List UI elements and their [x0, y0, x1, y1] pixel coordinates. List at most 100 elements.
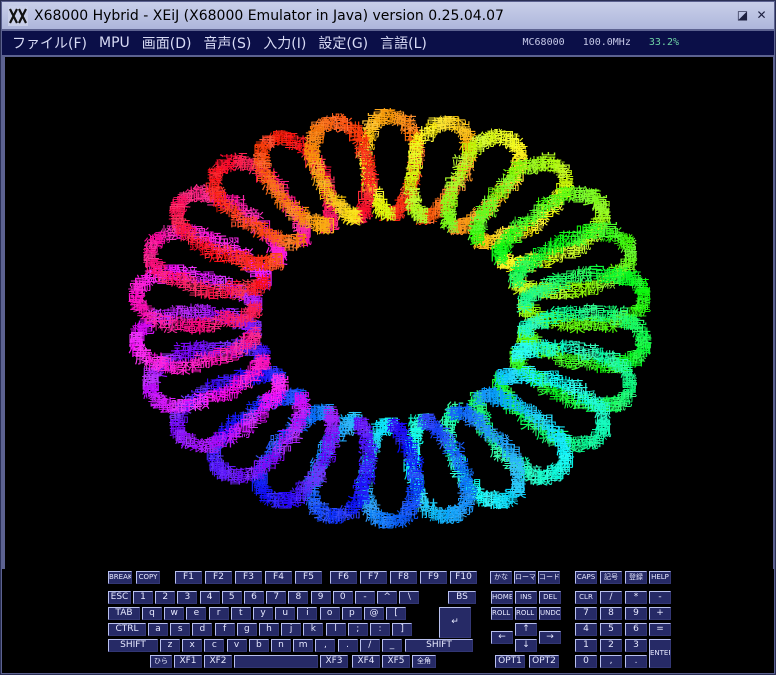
key-f10[interactable]: F10: [450, 571, 477, 584]
key-0[interactable]: 0: [575, 655, 597, 668]
key-bs[interactable]: BS: [448, 591, 476, 604]
key-5[interactable]: 5: [221, 591, 242, 604]
key-home[interactable]: HOME: [491, 591, 513, 604]
key-k[interactable]: k: [303, 623, 324, 636]
key-7[interactable]: 7: [266, 591, 287, 604]
menu-sound[interactable]: 音声(S): [203, 33, 251, 53]
key-c[interactable]: c: [204, 639, 225, 652]
key-r[interactable]: r: [208, 607, 229, 620]
key-f7[interactable]: F7: [360, 571, 387, 584]
key-symbol[interactable]: かな: [490, 571, 512, 584]
key-xf1[interactable]: XF1: [174, 655, 202, 668]
key-symbol[interactable]: ↑: [515, 623, 537, 636]
menu-settings[interactable]: 設定(G): [318, 33, 368, 53]
key-q[interactable]: q: [142, 607, 162, 620]
key-l[interactable]: l: [325, 623, 346, 636]
key-symbol[interactable]: ↵: [439, 607, 471, 638]
key-6[interactable]: 6: [625, 623, 647, 636]
key-copy[interactable]: COPY: [136, 571, 160, 584]
key-h[interactable]: h: [259, 623, 279, 636]
menu-input[interactable]: 入力(I): [263, 33, 306, 53]
key-ins[interactable]: INS: [515, 591, 537, 604]
key-symbol[interactable]: →: [539, 631, 561, 644]
key-symbol[interactable]: *: [625, 591, 647, 604]
key-2[interactable]: 2: [600, 639, 622, 652]
key-shift[interactable]: SHIFT: [405, 639, 473, 652]
key-symbol[interactable]: ↓: [515, 639, 537, 652]
close-button[interactable]: ✕: [754, 8, 769, 23]
key-symbol[interactable]: ←: [491, 631, 513, 644]
key-symbol[interactable]: @: [364, 607, 384, 620]
key-xf2[interactable]: XF2: [204, 655, 232, 668]
key-symbol[interactable]: /: [359, 639, 380, 652]
key-symbol[interactable]: [: [386, 607, 407, 620]
key-9[interactable]: 9: [625, 607, 647, 620]
title-bar[interactable]: X68000 Hybrid - XEiJ (X68000 Emulator in…: [2, 2, 774, 29]
key-u[interactable]: u: [275, 607, 296, 620]
key-t[interactable]: t: [230, 607, 251, 620]
key-f8[interactable]: F8: [390, 571, 417, 584]
key-s[interactable]: s: [170, 623, 191, 636]
key-v[interactable]: v: [226, 639, 247, 652]
key-enter[interactable]: ENTER: [649, 639, 671, 668]
key-5[interactable]: 5: [600, 623, 622, 636]
key-roll-down[interactable]: ROLL DOWN: [515, 607, 537, 620]
key-3[interactable]: 3: [625, 639, 647, 652]
key-symbol[interactable]: ;: [347, 623, 368, 636]
key-f3[interactable]: F3: [235, 571, 262, 584]
key-e[interactable]: e: [186, 607, 207, 620]
key-o[interactable]: o: [319, 607, 340, 620]
key-symbol[interactable]: .: [625, 655, 647, 668]
key-symbol[interactable]: =: [649, 623, 671, 636]
key-opt2[interactable]: OPT2: [529, 655, 559, 668]
key-a[interactable]: a: [148, 623, 168, 636]
key-p[interactable]: p: [341, 607, 362, 620]
key-symbol[interactable]: ローマ: [514, 571, 536, 584]
key-caps[interactable]: CAPS: [575, 571, 597, 584]
key-y[interactable]: y: [253, 607, 273, 620]
key-symbol[interactable]: .: [337, 639, 358, 652]
key-f[interactable]: f: [214, 623, 235, 636]
key-1[interactable]: 1: [133, 591, 153, 604]
key-esc[interactable]: ESC: [108, 591, 131, 604]
key-xf5[interactable]: XF5: [382, 655, 410, 668]
key-symbol[interactable]: ,: [600, 655, 622, 668]
key-z[interactable]: z: [160, 639, 180, 652]
key-f6[interactable]: F6: [330, 571, 357, 584]
key-n[interactable]: n: [271, 639, 291, 652]
key-j[interactable]: j: [281, 623, 302, 636]
menu-display[interactable]: 画面(D): [142, 33, 192, 53]
menu-mpu[interactable]: MPU: [99, 35, 130, 51]
maximize-button[interactable]: ◪: [735, 8, 750, 23]
key-8[interactable]: 8: [600, 607, 622, 620]
key-f1[interactable]: F1: [175, 571, 202, 584]
key-tab[interactable]: TAB: [108, 607, 140, 620]
key-symbol[interactable]: /: [600, 591, 622, 604]
key-w[interactable]: w: [164, 607, 185, 620]
key-2[interactable]: 2: [155, 591, 176, 604]
key-roll-up[interactable]: ROLL UP: [491, 607, 513, 620]
key-symbol[interactable]: -: [355, 591, 375, 604]
key-xf3[interactable]: XF3: [320, 655, 348, 668]
key-symbol[interactable]: 記号: [600, 571, 622, 584]
key-undo[interactable]: UNDO: [539, 607, 561, 620]
key-f9[interactable]: F9: [420, 571, 447, 584]
key-opt1[interactable]: OPT1: [495, 655, 525, 668]
key-symbol[interactable]: :: [370, 623, 390, 636]
key-0[interactable]: 0: [332, 591, 353, 604]
key-f2[interactable]: F2: [205, 571, 232, 584]
key-symbol[interactable]: ひら: [150, 655, 172, 668]
key-1[interactable]: 1: [575, 639, 597, 652]
key-shift[interactable]: SHIFT: [108, 639, 158, 652]
key-6[interactable]: 6: [244, 591, 264, 604]
emulator-screen[interactable]: 楽電響嵐龍夢闇線樹鏡樹雪線林愛楽響雲鳴語機宙林藤藤鳴楽鳴橋藤藤雲鏡嵐藤宇鶴嵐愛風…: [5, 57, 773, 569]
key-symbol[interactable]: ]: [392, 623, 413, 636]
key-3[interactable]: 3: [177, 591, 198, 604]
key-8[interactable]: 8: [288, 591, 309, 604]
key-xf4[interactable]: XF4: [352, 655, 380, 668]
key-blank[interactable]: [234, 655, 318, 668]
key-ctrl[interactable]: CTRL: [108, 623, 146, 636]
key-symbol[interactable]: ^: [377, 591, 398, 604]
key-f4[interactable]: F4: [265, 571, 292, 584]
key-9[interactable]: 9: [310, 591, 331, 604]
